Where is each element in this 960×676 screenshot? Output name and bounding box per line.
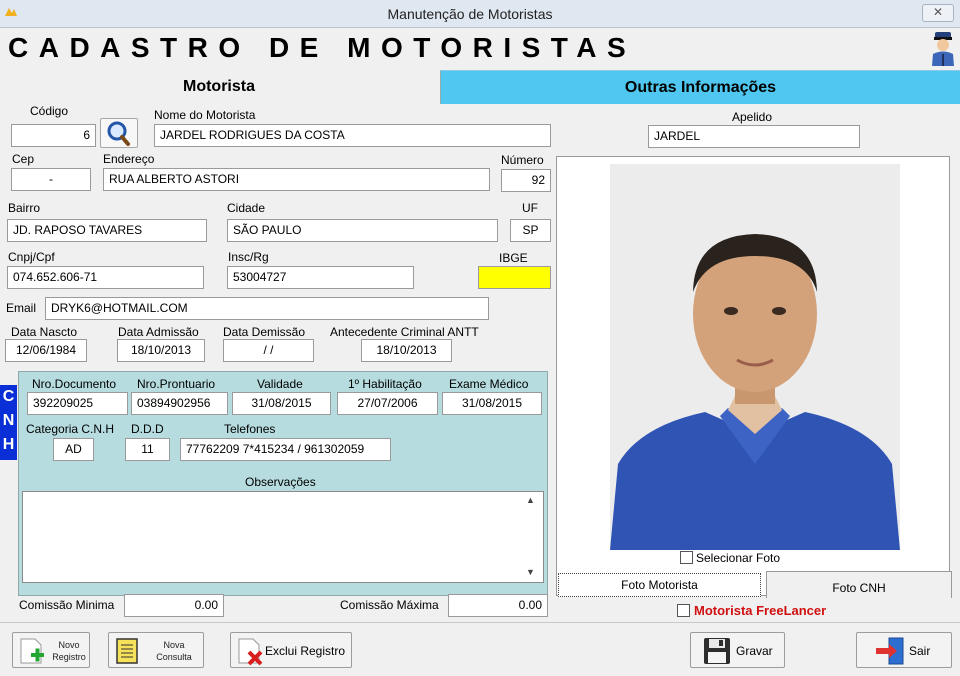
scroll-down-icon[interactable]: ▼ [526, 567, 535, 577]
endereco-label: Endereço [103, 152, 155, 166]
nova-consulta-line2: Consulta [156, 652, 192, 662]
uf-field[interactable]: SP [510, 219, 551, 242]
freelancer-checkbox[interactable] [677, 604, 690, 617]
comissao-maxima-field[interactable]: 0.00 [448, 594, 548, 617]
ddd-label: D.D.D [131, 422, 164, 436]
gravar-button[interactable]: Gravar [690, 632, 785, 668]
nro-documento-label: Nro.Documento [32, 377, 117, 391]
observacoes-textarea[interactable] [22, 491, 544, 583]
cidade-field[interactable]: SÃO PAULO [227, 219, 498, 242]
close-icon: ✕ [932, 5, 944, 19]
email-field[interactable]: DRYK6@HOTMAIL.COM [45, 297, 489, 320]
data-nasc-label: Data Nascto [11, 325, 78, 339]
observacoes-label: Observações [245, 475, 316, 489]
endereco-field[interactable]: RUA ALBERTO ASTORI [103, 168, 490, 191]
primeira-habilitacao-label: 1º Habilitação [348, 377, 422, 391]
magnifier-icon [107, 121, 130, 146]
driver-photo [610, 164, 900, 550]
data-nasc-field[interactable]: 12/06/1984 [5, 339, 87, 362]
categoria-label: Categoria C.N.H [26, 422, 115, 436]
nome-label: Nome do Motorista [154, 108, 256, 122]
tab-motorista[interactable]: Motorista [0, 70, 438, 104]
cep-label: Cep [12, 152, 35, 166]
cnh-letter: C [2, 388, 15, 405]
codigo-label: Código [30, 104, 69, 118]
antecedente-field[interactable]: 18/10/2013 [361, 339, 452, 362]
bairro-label: Bairro [8, 201, 41, 215]
page-heading: CADASTRO DE MOTORISTAS [8, 32, 637, 63]
cep-field[interactable]: - [11, 168, 91, 191]
novo-registro-button[interactable]: Novo Registro [12, 632, 90, 668]
cnh-letter: H [2, 436, 15, 453]
tab-outras-informacoes[interactable]: Outras Informações [440, 70, 960, 104]
cnpj-field[interactable]: 074.652.606-71 [7, 266, 204, 289]
delete-document-icon [238, 638, 263, 666]
cnpj-label: Cnpj/Cpf [8, 250, 55, 264]
insc-label: Insc/Rg [228, 250, 269, 264]
novo-registro-line2: Registro [52, 652, 86, 662]
codigo-field[interactable]: 6 [11, 124, 96, 147]
data-demissao-label: Data Demissão [223, 325, 306, 339]
nro-documento-field[interactable]: 392209025 [27, 392, 128, 415]
scroll-up-icon[interactable]: ▲ [526, 495, 535, 505]
cnh-strip: C N H [0, 385, 17, 460]
data-admissao-field[interactable]: 18/10/2013 [117, 339, 205, 362]
telefones-label: Telefones [224, 422, 276, 436]
comissao-maxima-label: Comissão Máxima [340, 598, 439, 612]
title-bar: Manutenção de Motoristas ✕ [0, 0, 960, 28]
police-officer-icon [932, 32, 954, 66]
comissao-minima-field[interactable]: 0.00 [124, 594, 224, 617]
ibge-field[interactable] [478, 266, 551, 289]
close-button[interactable]: ✕ [922, 4, 954, 22]
tab-foto-motorista[interactable]: Foto Motorista [558, 573, 761, 597]
nome-field[interactable]: JARDEL RODRIGUES DA COSTA [154, 124, 551, 147]
bottom-separator [0, 622, 960, 623]
new-document-icon [20, 638, 44, 664]
validade-field[interactable]: 31/08/2015 [232, 392, 331, 415]
sair-label: Sair [909, 644, 931, 658]
apelido-label: Apelido [732, 110, 773, 124]
cnh-letter: N [2, 412, 15, 429]
validade-label: Validade [257, 377, 303, 391]
exclui-registro-button[interactable]: Exclui Registro [230, 632, 352, 668]
comissao-minima-label: Comissão Minima [19, 598, 115, 612]
exit-door-icon [876, 637, 904, 665]
data-admissao-label: Data Admissão [118, 325, 199, 339]
exame-medico-label: Exame Médico [449, 377, 529, 391]
gravar-label: Gravar [736, 644, 773, 658]
antecedente-label: Antecedente Criminal ANTT [330, 325, 479, 339]
nova-consulta-line1: Nova [163, 640, 185, 650]
freelancer-label: Motorista FreeLancer [694, 603, 827, 618]
nro-prontuario-label: Nro.Prontuario [137, 377, 216, 391]
nova-consulta-button[interactable]: Nova Consulta [108, 632, 204, 668]
insc-field[interactable]: 53004727 [227, 266, 414, 289]
notepad-icon [116, 638, 138, 664]
numero-field[interactable]: 92 [501, 169, 551, 192]
selecionar-foto-label: Selecionar Foto [696, 551, 781, 565]
search-button[interactable] [100, 118, 138, 148]
primeira-habilitacao-field[interactable]: 27/07/2006 [337, 392, 438, 415]
driver-portrait-icon [610, 164, 900, 550]
save-floppy-icon [704, 638, 730, 664]
window-title: Manutenção de Motoristas [387, 6, 553, 22]
uf-label: UF [522, 201, 538, 215]
email-label: Email [6, 301, 37, 315]
tab-foto-cnh[interactable]: Foto CNH [766, 571, 952, 598]
numero-label: Número [501, 153, 544, 167]
cidade-label: Cidade [227, 201, 266, 215]
ibge-label: IBGE [499, 251, 528, 265]
selecionar-foto-checkbox[interactable] [680, 551, 693, 564]
sair-button[interactable]: Sair [856, 632, 952, 668]
exame-medico-field[interactable]: 31/08/2015 [442, 392, 542, 415]
telefones-field[interactable]: 77762209 7*415234 / 961302059 [180, 438, 391, 461]
apelido-field[interactable]: JARDEL [648, 125, 860, 148]
ddd-field[interactable]: 11 [125, 438, 170, 461]
novo-registro-line1: Novo [58, 640, 80, 650]
nro-prontuario-field[interactable]: 03894902956 [131, 392, 228, 415]
exclui-registro-label: Exclui Registro [265, 644, 346, 658]
bairro-field[interactable]: JD. RAPOSO TAVARES [7, 219, 207, 242]
categoria-field[interactable]: AD [53, 438, 94, 461]
data-demissao-field[interactable]: / / [223, 339, 314, 362]
